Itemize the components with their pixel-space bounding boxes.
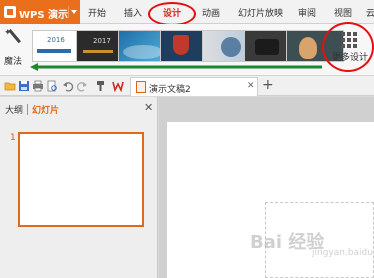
close-icon[interactable]: ✕ [247, 81, 255, 91]
menu-animation[interactable]: 动画 [202, 6, 220, 19]
close-icon[interactable]: ✕ [144, 101, 153, 114]
chevron-down-icon[interactable] [68, 6, 79, 18]
slides-panel: 大纲 幻灯片 ✕ 1 [0, 97, 158, 278]
app-name: WPS 演示 [19, 10, 69, 21]
menu-review[interactable]: 审阅 [298, 6, 316, 19]
annotation-circle-more-design [322, 22, 374, 72]
plus-icon[interactable]: + [262, 77, 274, 93]
format-painter-icon[interactable] [94, 80, 106, 92]
undo-icon[interactable] [62, 80, 74, 92]
watermark-url: jingyan.baidu.com [312, 248, 374, 258]
annotation-circle-design [148, 2, 196, 26]
app-menu-button[interactable]: WPS 演示 [0, 0, 80, 24]
wps-icon[interactable] [112, 80, 124, 92]
wps-window: WPS 演示 开始 插入 设计 动画 幻灯片放映 审阅 视图 云 ✦ 魔法 20… [0, 0, 374, 278]
document-tab-label: 演示文稿2 [149, 85, 191, 95]
wps-logo-icon [4, 6, 16, 18]
save-icon[interactable] [18, 80, 30, 92]
menu-home[interactable]: 开始 [88, 6, 106, 19]
tab-outline[interactable]: 大纲 [5, 103, 23, 116]
menu-insert[interactable]: 插入 [124, 6, 142, 19]
print-icon[interactable] [32, 80, 44, 92]
slide-number: 1 [10, 133, 16, 143]
document-tab[interactable]: 演示文稿2 ✕ [130, 77, 258, 96]
menu-cloud[interactable]: 云 [366, 6, 374, 19]
redo-icon[interactable] [76, 80, 88, 92]
tab-slides[interactable]: 幻灯片 [32, 103, 59, 116]
preview-icon[interactable] [46, 80, 58, 92]
magic-button[interactable]: ✦ 魔法 [4, 28, 24, 68]
slide-thumbnail[interactable] [18, 132, 144, 227]
annotation-green-arrow [30, 63, 322, 71]
panel-tabs: 大纲 幻灯片 ✕ [0, 97, 158, 117]
menu-slideshow[interactable]: 幻灯片放映 [238, 6, 283, 19]
presentation-file-icon [136, 81, 146, 93]
magic-label: 魔法 [4, 57, 23, 67]
menu-view[interactable]: 视图 [334, 6, 352, 19]
folder-icon[interactable] [4, 80, 16, 92]
